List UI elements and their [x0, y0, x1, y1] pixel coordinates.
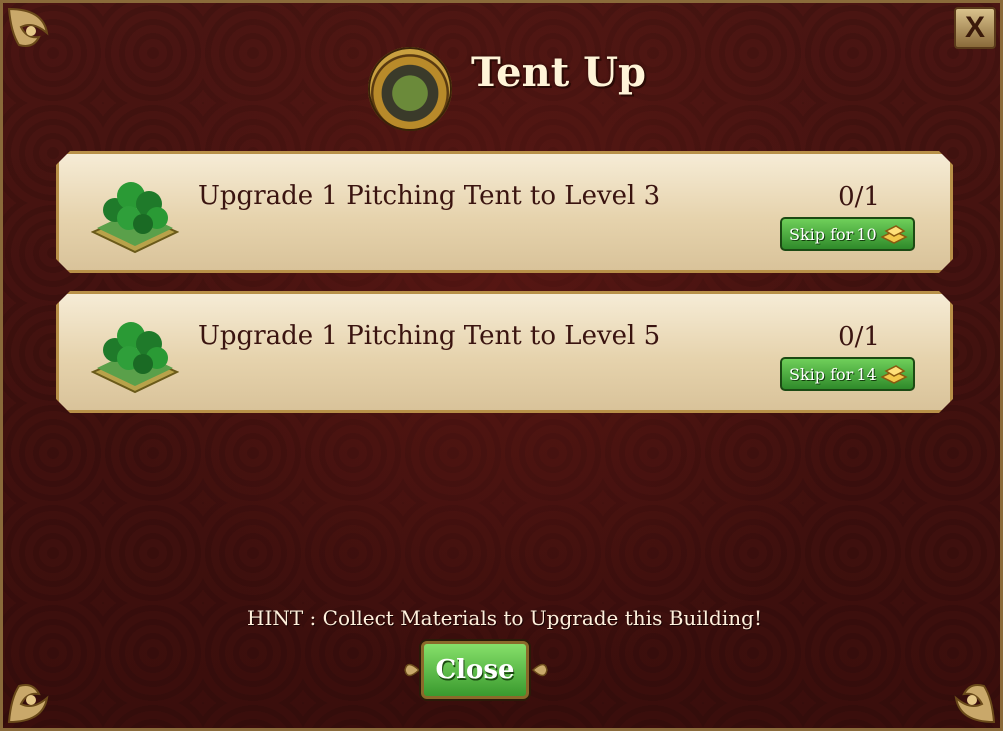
skip-label: Skip for [789, 224, 854, 244]
dialog-panel: X Tent Up Upgrade 1 Pitching Tent to Lev… [0, 0, 1003, 731]
ornament-icon [531, 663, 548, 677]
close-button[interactable]: Close [421, 641, 529, 699]
corner-ornament [930, 658, 1000, 728]
skip-button[interactable]: Skip for 10 [780, 217, 915, 251]
task-row: Upgrade 1 Pitching Tent to Level 3 0/1 S… [56, 151, 953, 273]
close-x-button[interactable]: X [954, 7, 996, 49]
task-row: Upgrade 1 Pitching Tent to Level 5 0/1 S… [56, 291, 953, 413]
tent-building-medal-icon [368, 47, 452, 131]
forest-tile-icon [91, 174, 179, 254]
corner-ornament [3, 3, 73, 73]
corner-ornament [3, 658, 73, 728]
hint-text: HINT : Collect Materials to Upgrade this… [247, 606, 762, 630]
skip-cost: 10 [856, 224, 877, 244]
skip-cost: 14 [856, 364, 877, 384]
gold-bars-icon [880, 223, 908, 245]
task-label: Upgrade 1 Pitching Tent to Level 3 [198, 181, 661, 211]
task-progress: 0/1 [838, 182, 880, 212]
task-progress: 0/1 [838, 322, 880, 352]
forest-tile-icon [91, 314, 179, 394]
close-button-group: Close [401, 641, 551, 701]
ornament-icon [404, 663, 421, 677]
skip-button[interactable]: Skip for 14 [780, 357, 915, 391]
dialog-title: Tent Up [471, 49, 646, 96]
gold-bars-icon [880, 363, 908, 385]
task-label: Upgrade 1 Pitching Tent to Level 5 [198, 321, 661, 351]
skip-label: Skip for [789, 364, 854, 384]
